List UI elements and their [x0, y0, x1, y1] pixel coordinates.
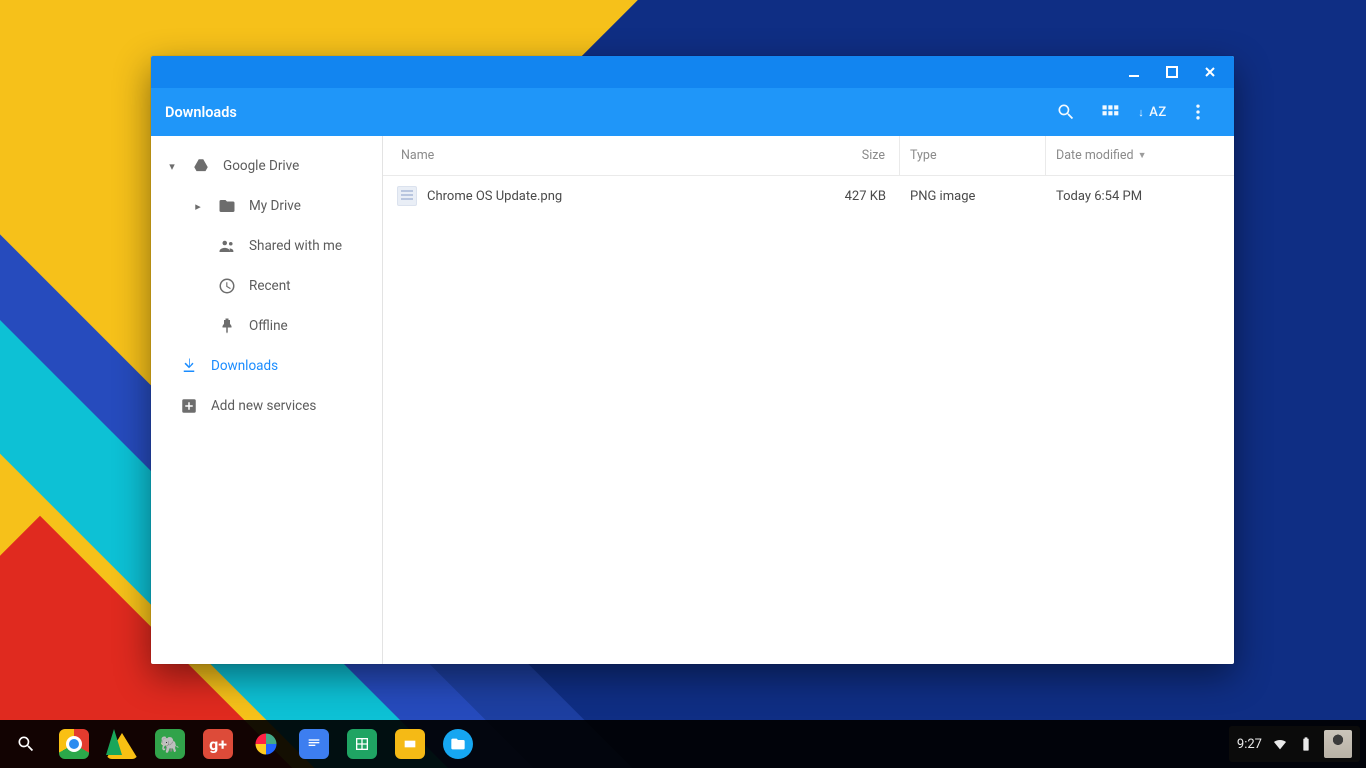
user-avatar[interactable]	[1324, 730, 1352, 758]
file-name: Chrome OS Update.png	[427, 189, 788, 204]
maximize-button[interactable]	[1154, 58, 1190, 86]
app-chrome[interactable]	[54, 724, 94, 764]
wifi-icon	[1272, 736, 1288, 752]
minimize-button[interactable]	[1116, 58, 1152, 86]
file-row[interactable]: Chrome OS Update.png 427 KB PNG image To…	[383, 176, 1234, 216]
column-name[interactable]: Name	[395, 148, 788, 163]
files-icon	[443, 729, 473, 759]
clock-icon	[217, 276, 237, 296]
column-size[interactable]: Size	[788, 136, 900, 175]
window-titlebar[interactable]	[151, 56, 1234, 88]
files-window: Downloads AZ ▾ Googl	[151, 56, 1234, 664]
close-button[interactable]	[1192, 58, 1228, 86]
shelf: 🐘 g+ 9:27	[0, 720, 1366, 768]
sidebar-item-label: Shared with me	[249, 238, 342, 254]
sidebar-item-add-services[interactable]: Add new services	[151, 386, 382, 426]
sidebar-item-label: Google Drive	[223, 158, 299, 174]
photos-icon	[251, 729, 281, 759]
search-button[interactable]	[1044, 90, 1088, 134]
sidebar-item-offline[interactable]: Offline	[151, 306, 382, 346]
launcher-button[interactable]	[6, 724, 46, 764]
chrome-icon	[59, 729, 89, 759]
battery-icon	[1298, 736, 1314, 752]
sort-button[interactable]: AZ	[1132, 90, 1176, 134]
app-docs[interactable]	[294, 724, 334, 764]
column-date-label: Date modified	[1056, 148, 1134, 163]
sort-desc-icon: ▼	[1138, 150, 1147, 161]
status-tray[interactable]: 9:27	[1229, 726, 1360, 762]
sidebar-item-label: Recent	[249, 278, 291, 294]
app-google-plus[interactable]: g+	[198, 724, 238, 764]
column-date[interactable]: Date modified ▼	[1046, 148, 1222, 163]
clock: 9:27	[1237, 737, 1262, 752]
chevron-down-icon[interactable]: ▾	[165, 160, 179, 173]
file-date: Today 6:54 PM	[1046, 189, 1222, 204]
docs-icon	[299, 729, 329, 759]
download-icon	[179, 356, 199, 376]
sidebar-item-downloads[interactable]: Downloads	[151, 346, 382, 386]
app-drive[interactable]	[102, 724, 142, 764]
google-plus-icon: g+	[203, 729, 233, 759]
sort-label: AZ	[1141, 105, 1166, 120]
app-sheets[interactable]	[342, 724, 382, 764]
location-title: Downloads	[165, 104, 237, 121]
sidebar-item-shared[interactable]: Shared with me	[151, 226, 382, 266]
sidebar-item-label: Offline	[249, 318, 288, 334]
pin-icon	[217, 316, 237, 336]
sidebar: ▾ Google Drive ▸ My Drive	[151, 136, 383, 664]
sidebar-item-my-drive[interactable]: ▸ My Drive	[151, 186, 382, 226]
sidebar-item-label: My Drive	[249, 198, 301, 214]
sheets-icon	[347, 729, 377, 759]
sidebar-item-google-drive[interactable]: ▾ Google Drive	[151, 146, 382, 186]
sidebar-item-label: Add new services	[211, 398, 316, 414]
app-files[interactable]	[438, 724, 478, 764]
sidebar-item-label: Downloads	[211, 358, 278, 374]
file-size: 427 KB	[788, 189, 900, 204]
sidebar-item-recent[interactable]: Recent	[151, 266, 382, 306]
app-evernote[interactable]: 🐘	[150, 724, 190, 764]
add-box-icon	[179, 396, 199, 416]
evernote-icon: 🐘	[155, 729, 185, 759]
drive-icon	[106, 729, 138, 759]
more-menu-button[interactable]	[1176, 90, 1220, 134]
toolbar: Downloads AZ	[151, 88, 1234, 136]
view-toggle-button[interactable]	[1088, 90, 1132, 134]
column-headers: Name Size Type Date modified ▼	[383, 136, 1234, 176]
slides-icon	[395, 729, 425, 759]
desktop: Downloads AZ ▾ Googl	[0, 0, 1366, 768]
folder-icon	[217, 196, 237, 216]
drive-icon	[191, 156, 211, 176]
file-type: PNG image	[900, 189, 1046, 204]
app-photos[interactable]	[246, 724, 286, 764]
app-slides[interactable]	[390, 724, 430, 764]
people-icon	[217, 236, 237, 256]
file-list: Name Size Type Date modified ▼ Chrome OS…	[383, 136, 1234, 664]
chevron-right-icon[interactable]: ▸	[191, 200, 205, 213]
column-type[interactable]: Type	[900, 136, 1046, 175]
file-thumbnail	[397, 186, 417, 206]
